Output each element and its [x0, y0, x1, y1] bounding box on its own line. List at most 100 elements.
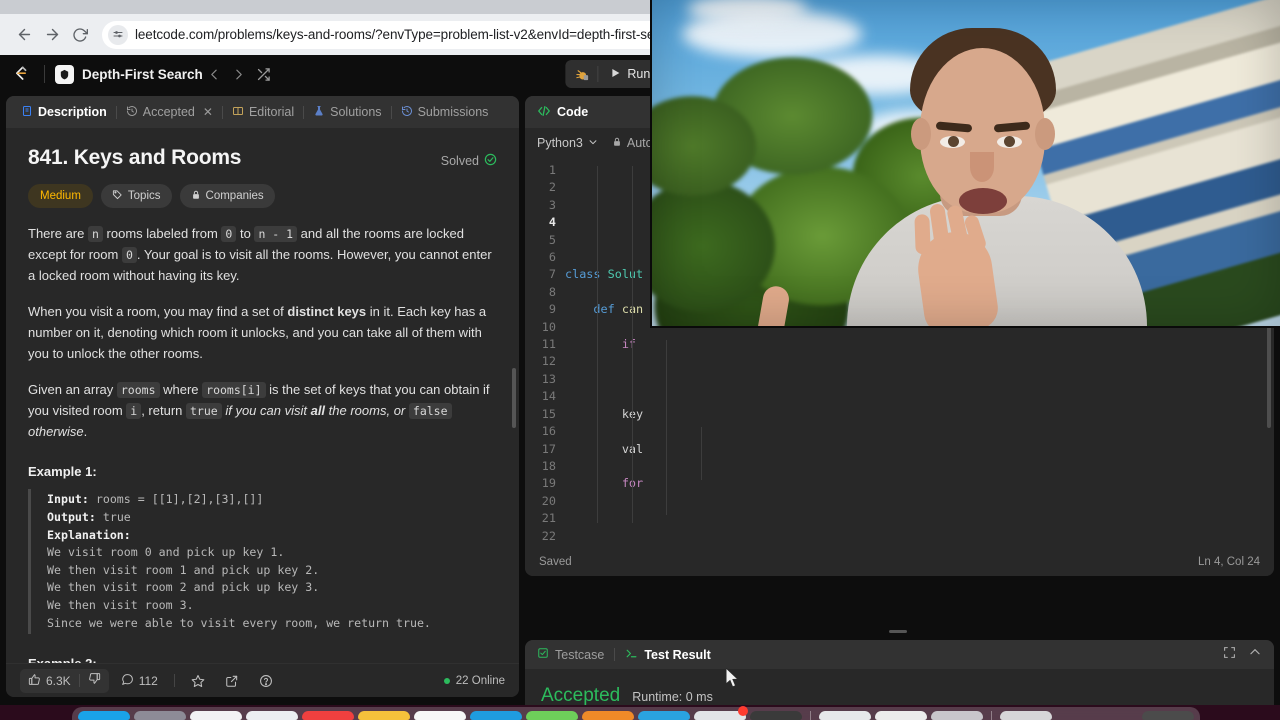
- leetcode-logo-icon[interactable]: [8, 61, 34, 87]
- play-icon: [609, 67, 621, 82]
- language-selector[interactable]: Python3: [537, 136, 598, 150]
- dock-item-safari[interactable]: [190, 711, 242, 720]
- tab-test-result-label: Test Result: [644, 647, 711, 662]
- run-button-label: Run: [627, 67, 651, 81]
- topics-pill[interactable]: Topics: [100, 184, 172, 208]
- dock-item-zoom[interactable]: [819, 711, 871, 720]
- back-arrow-icon[interactable]: [10, 21, 38, 49]
- line-number: 2: [548, 180, 556, 195]
- tab-accepted[interactable]: Accepted ✕: [117, 96, 222, 128]
- debug-icon[interactable]: [565, 60, 597, 88]
- tab-solutions-label: Solutions: [330, 105, 382, 119]
- language-label: Python3: [537, 136, 583, 150]
- upvote-count: 6.3K: [46, 673, 71, 688]
- tab-testcase[interactable]: Testcase: [537, 647, 604, 662]
- dock-item-finder[interactable]: [78, 711, 130, 720]
- line-number: 22: [541, 528, 556, 543]
- macos-dock: [72, 706, 1200, 720]
- downvote-button[interactable]: [80, 672, 109, 690]
- problem-list-badge-icon[interactable]: [55, 64, 74, 84]
- dock-item-notes[interactable]: [358, 711, 410, 720]
- line-number: 5: [548, 232, 556, 247]
- line-number: 9: [548, 302, 556, 317]
- description-content[interactable]: 841. Keys and Rooms Solved Medium Topics…: [6, 128, 519, 663]
- reload-icon[interactable]: [66, 21, 94, 49]
- webcam-video-overlay[interactable]: [650, 0, 1280, 328]
- dock-item-slack[interactable]: [931, 711, 983, 720]
- expand-icon[interactable]: [1223, 646, 1236, 664]
- line-number: 3: [548, 197, 556, 212]
- flask-icon: [313, 105, 325, 120]
- navbar-divider: [44, 65, 45, 83]
- previous-problem-button[interactable]: [203, 62, 227, 86]
- example-2-heading: Example 2:: [28, 656, 497, 663]
- star-icon[interactable]: [183, 669, 213, 693]
- line-number: 17: [541, 441, 556, 456]
- comments-button[interactable]: 112: [113, 669, 166, 693]
- tab-testcase-label: Testcase: [555, 647, 605, 662]
- example-1-heading: Example 1:: [28, 464, 97, 480]
- result-status-row: Accepted Runtime: 0 ms: [541, 685, 1258, 707]
- line-number: 1: [548, 163, 556, 177]
- chevron-up-icon[interactable]: [1248, 645, 1262, 664]
- dock-item-terminal[interactable]: [750, 711, 802, 720]
- tab-test-result[interactable]: Test Result: [625, 647, 711, 663]
- dock-item-mail[interactable]: [246, 711, 298, 720]
- run-button-group: Run: [565, 60, 662, 88]
- forward-arrow-icon[interactable]: [38, 21, 66, 49]
- panel-resize-handle[interactable]: [889, 630, 907, 633]
- tab-description[interactable]: Description: [12, 96, 116, 128]
- tab-accepted-label: Accepted: [142, 105, 195, 119]
- dock-item-trash[interactable]: [1142, 711, 1194, 720]
- help-circle-icon[interactable]: [251, 669, 281, 693]
- code-line: not: [565, 545, 1274, 548]
- dock-item-chrome[interactable]: [875, 711, 927, 720]
- result-runtime: Runtime: 0 ms: [632, 690, 713, 704]
- line-number: 20: [541, 493, 556, 508]
- indent-guide: [701, 427, 702, 480]
- example-1-block: Input: rooms = [[1],[2],[3],[]] Output: …: [28, 489, 497, 635]
- comment-count: 112: [138, 673, 158, 688]
- tab-code-label: Code: [557, 105, 589, 119]
- dock-item-downloads[interactable]: [1000, 711, 1052, 720]
- tab-description-label: Description: [38, 105, 107, 119]
- line-number: 19: [541, 476, 556, 491]
- difficulty-label: Medium: [40, 190, 81, 202]
- dock-item-vscode[interactable]: [470, 711, 522, 720]
- close-icon[interactable]: ✕: [203, 105, 213, 119]
- online-label: 22 Online: [455, 674, 505, 687]
- description-scrollbar[interactable]: [512, 368, 516, 428]
- dock-item-telegram[interactable]: [638, 711, 690, 720]
- shuffle-icon[interactable]: [251, 62, 277, 86]
- dock-item-excel[interactable]: [526, 711, 578, 720]
- upvote-button[interactable]: 6.3K: [20, 673, 79, 689]
- document-icon: [21, 105, 33, 120]
- dock-item-music[interactable]: [302, 711, 354, 720]
- dock-item-notion[interactable]: [414, 711, 466, 720]
- dock-item-firefox[interactable]: [582, 711, 634, 720]
- share-icon[interactable]: [217, 669, 247, 693]
- tab-solutions[interactable]: Solutions: [304, 96, 390, 128]
- indent-guide: [666, 340, 667, 515]
- tab-code[interactable]: Code: [537, 104, 588, 121]
- dock-item-launchpad[interactable]: [134, 711, 186, 720]
- auto-lock-toggle[interactable]: Auto: [612, 136, 653, 150]
- companies-pill[interactable]: Companies: [179, 184, 275, 208]
- next-problem-button[interactable]: [227, 62, 251, 86]
- problem-paragraph-3: Given an array rooms where rooms[i] is t…: [28, 382, 490, 440]
- url-text: leetcode.com/problems/keys-and-rooms/?en…: [135, 27, 655, 42]
- difficulty-pill[interactable]: Medium: [28, 184, 93, 208]
- description-panel: Description Accepted ✕ Editorial Solutio…: [6, 96, 519, 697]
- tab-submissions[interactable]: Submissions: [392, 96, 498, 128]
- lock-icon: [612, 136, 622, 150]
- problem-list-title[interactable]: Depth-First Search: [82, 67, 203, 82]
- dock-item-discord[interactable]: [694, 706, 748, 720]
- code-line: if: [621, 337, 637, 352]
- line-number: 11: [541, 337, 556, 352]
- site-settings-icon[interactable]: [108, 24, 128, 45]
- line-number: 12: [541, 354, 556, 369]
- tab-editorial[interactable]: Editorial: [223, 96, 303, 128]
- thumbs-up-icon: [28, 673, 41, 689]
